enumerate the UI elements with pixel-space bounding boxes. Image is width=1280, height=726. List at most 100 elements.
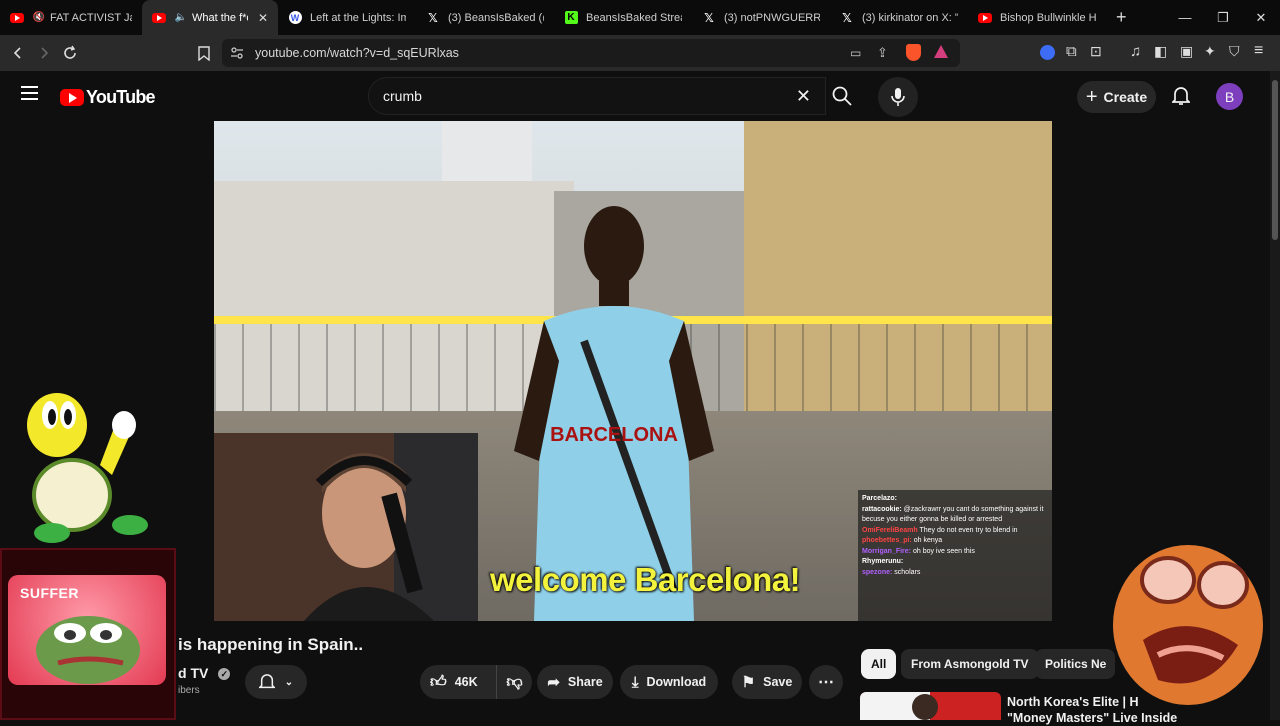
close-tab-icon[interactable]: ✕ [258,11,268,25]
chat-username: Rhymerunu: [862,558,904,565]
notification-bell-button[interactable]: ⌄ [245,665,307,699]
wallet-icon[interactable]: ▣ [1180,43,1193,60]
share-page-icon[interactable]: ⇪ [877,45,888,61]
more-actions-button[interactable]: ⋯ [809,665,843,699]
create-button[interactable]: + Create [1077,81,1156,113]
leo-ai-icon[interactable]: ✦ [1204,43,1216,60]
save-button[interactable]: ⚑ Save [732,665,802,699]
subscriber-count: ibers [178,685,200,696]
tab-beansisbaked-kick[interactable]: K BeansIsBaked Stream [554,0,692,35]
tab-label: (3) kirkinator on X: "N [862,11,958,24]
suffer-screen: SUFFER [8,575,166,685]
chip-from-asmongold[interactable]: From Asmongold TV [901,649,1039,679]
tab-label: What the f*ck [192,11,248,24]
screenshot-icon[interactable]: ⊡ [1090,43,1102,60]
search-button[interactable] [818,77,866,115]
plus-icon: + [1085,86,1098,108]
speaker-icon[interactable]: 🔈 [174,11,188,25]
like-count: 46K [454,675,478,689]
brave-shield-icon[interactable] [906,44,921,61]
search-input[interactable]: crumb ✕ [368,77,826,115]
tab-fat-activist[interactable]: 🔇 FAT ACTIVIST Jae [0,0,142,35]
thumbs-down-icon: 👎︎ [506,673,523,691]
muted-icon[interactable]: 🔇 [32,11,46,25]
tab-left-at-lights[interactable]: W Left at the Lights: Ima [278,0,416,35]
recommendation-thumbnail[interactable] [860,692,1001,720]
x-icon: 𝕏 [842,10,852,25]
voice-search-button[interactable] [878,77,918,117]
download-button[interactable]: ⤓ Download [620,665,718,699]
clear-search-icon[interactable]: ✕ [796,86,811,107]
chat-text: oh kenya [911,537,943,544]
kick-icon: K [564,11,578,25]
channel-name[interactable]: d TV ✓ [178,665,231,681]
like-button[interactable]: 👍︎ 46K [420,665,496,699]
chat-username: rattacookie: [862,505,902,513]
notifications-bell-icon[interactable] [1170,86,1192,111]
chat-username: spezone: [862,568,893,576]
thumbs-up-icon: 👍︎ [430,673,447,691]
reload-icon[interactable] [57,40,83,66]
chat-overlay: Parcelazo: rattacookie: @zackrawrr you c… [858,490,1052,621]
forward-icon[interactable] [31,40,57,66]
tab-beansisbaked-x[interactable]: 𝕏 (3) BeansIsBaked (@B [416,0,554,35]
site-settings-icon[interactable] [230,46,244,65]
close-window-icon[interactable]: ✕ [1242,10,1280,26]
video-player[interactable]: BARCELONA welcome Barcelona! Parcelazo: … [214,121,1052,621]
channel-name-text: d TV [178,665,209,681]
avatar[interactable]: B [1216,83,1243,110]
hamburger-menu-icon[interactable] [21,86,38,100]
menu-icon[interactable]: ≡ [1254,42,1263,60]
share-label: Share [567,675,603,689]
tab-what-the[interactable]: 🔈 What the f*ck ✕ [142,0,278,35]
chat-username: phoebettes_pi: [862,537,912,544]
brave-rewards-icon[interactable] [934,45,948,58]
chat-username: Morrigan_Fire: [862,547,912,555]
cast-icon[interactable]: ▭ [850,46,861,60]
browser-toolbar: youtube.com/watch?v=d_sqEURlxas ▭ ⇪ ⧉ ⊡ … [0,35,1280,71]
vpn-shield-icon[interactable]: ⛉ [1229,43,1240,60]
minimize-icon[interactable]: — [1166,10,1204,25]
address-bar[interactable]: youtube.com/watch?v=d_sqEURlxas ▭ ⇪ [222,39,960,67]
scrollbar-thumb[interactable] [1272,80,1278,240]
crying-emote-overlay [1113,545,1263,705]
search-icon [832,86,852,106]
download-label: Download [646,675,707,689]
extensions-icon[interactable]: ⧉ [1066,43,1077,60]
pepe-frog [36,616,140,684]
webcam-streamer [214,433,478,621]
share-button[interactable]: ➦ Share [537,665,613,699]
youtube-logo[interactable]: YouTube [60,87,156,108]
chat-message: phoebettes_pi: oh kenya [862,536,1048,547]
tab-notpnwguerrilla[interactable]: 𝕏 (3) notPNWGUERRILL [692,0,830,35]
tab-label: Left at the Lights: Ima [310,11,406,24]
video-title: is happening in Spain.. [178,635,364,654]
sidebar-icon[interactable]: ◧ [1154,43,1167,60]
video-person: BARCELONA [514,206,714,621]
tab-label: (3) BeansIsBaked (@B [448,11,544,24]
browser-tab-strip: 🔇 FAT ACTIVIST Jae 🔈 What the f*ck ✕ W L… [0,0,1280,35]
chat-message: rattacookie: @zackrawrr you cant do some… [862,505,1048,526]
restore-icon[interactable]: ❐ [1204,10,1242,26]
share-icon: ➦ [547,674,560,691]
chip-all[interactable]: All [861,649,897,679]
tab-kirkinator[interactable]: 𝕏 (3) kirkinator on X: "N [830,0,968,35]
vpn-icon[interactable] [1040,45,1055,60]
media-icon[interactable]: ♫ [1130,43,1141,60]
youtube-header: YouTube crumb ✕ + Create B [0,71,1280,121]
x-icon: 𝕏 [704,10,714,25]
chevron-down-icon: ⌄ [284,676,294,688]
chat-text: They do not even try to blend in [917,526,1018,534]
new-tab-button[interactable]: + [1106,0,1140,35]
dislike-button[interactable]: 👎︎ [496,665,532,699]
tab-label: Bishop Bullwinkle Hel [1000,11,1096,24]
more-icon: ⋯ [818,674,834,691]
tab-label: BeansIsBaked Stream [586,11,682,24]
koopa-overlay [27,393,148,543]
tab-bishop-bullwinkle[interactable]: Bishop Bullwinkle Hel [968,0,1106,35]
back-icon[interactable] [5,40,31,66]
chat-text: scholars [892,568,921,576]
bell-icon [258,674,275,689]
bookmark-icon[interactable] [191,40,217,66]
wordpress-icon: W [288,11,302,25]
